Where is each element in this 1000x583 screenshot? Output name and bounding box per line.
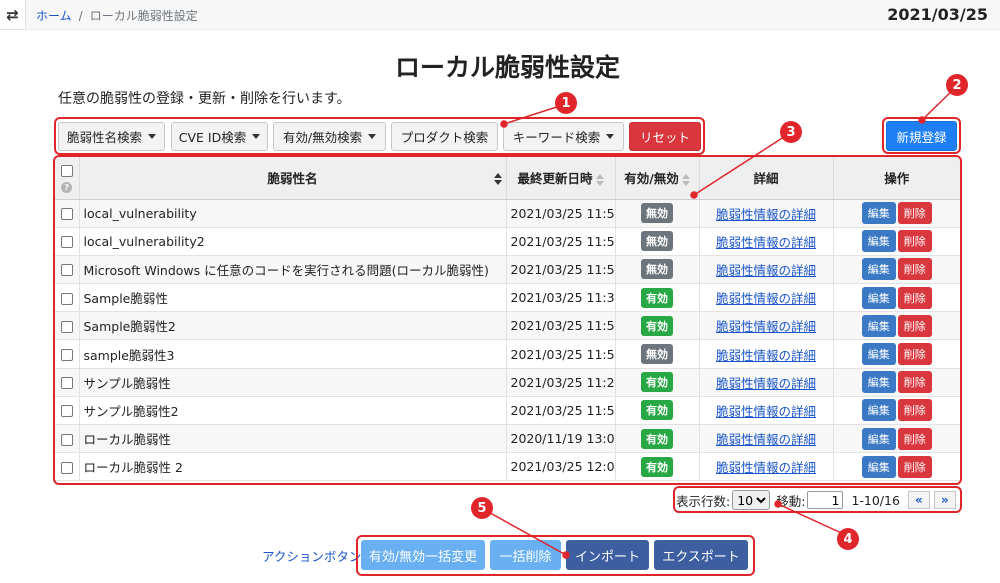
annotation-frame-search bbox=[54, 117, 705, 155]
annotation-marker-2: 2 bbox=[946, 74, 968, 96]
annotation-frame-new bbox=[882, 117, 961, 154]
action-buttons-label: アクションボタン bbox=[262, 549, 362, 564]
page-title: ローカル脆弱性設定 bbox=[394, 53, 620, 82]
current-date: 2021/03/25 bbox=[887, 5, 988, 24]
annotation-frame-actions bbox=[356, 535, 755, 576]
page-description: 任意の脆弱性の登録・更新・削除を行います。 bbox=[58, 91, 351, 107]
breadcrumb: ホーム / ローカル脆弱性設定 bbox=[36, 7, 198, 24]
annotation-marker-1: 1 bbox=[555, 92, 577, 114]
annotation-frame-pager bbox=[673, 486, 962, 513]
breadcrumb-home-link[interactable]: ホーム bbox=[36, 9, 72, 23]
annotation-marker-4: 4 bbox=[837, 528, 859, 550]
swap-arrows-icon[interactable]: ⇄ bbox=[0, 0, 26, 30]
annotation-marker-5: 5 bbox=[471, 497, 493, 519]
top-bar: ⇄ ホーム / ローカル脆弱性設定 2021/03/25 bbox=[0, 0, 1000, 30]
breadcrumb-current: ローカル脆弱性設定 bbox=[89, 9, 198, 23]
breadcrumb-separator: / bbox=[78, 9, 83, 23]
annotation-frame-table bbox=[53, 155, 962, 485]
annotation-marker-3: 3 bbox=[780, 121, 802, 143]
